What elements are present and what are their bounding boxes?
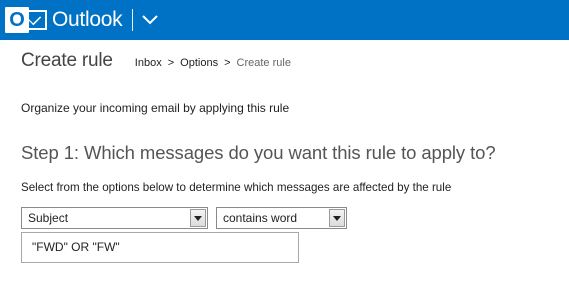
intro-text: Organize your incoming email by applying… [21,101,290,115]
breadcrumb-current: Create rule [236,57,291,69]
field-select[interactable]: Subject [21,207,208,229]
breadcrumb: Inbox > Options > Create rule [135,57,291,69]
page-title: Create rule [21,50,113,71]
chevron-down-icon[interactable] [141,11,159,29]
app-title: Outlook [52,8,123,31]
breadcrumb-inbox[interactable]: Inbox [135,57,162,69]
outlook-logo-icon: O [5,4,49,36]
dropdown-arrow-icon[interactable] [190,209,206,227]
app-switcher[interactable]: O Outlook [0,0,159,40]
condition-select[interactable]: contains word [216,207,347,229]
rule-value-input[interactable]: "FWD" OR "FW" [21,232,299,263]
logo-letter: O [5,7,29,33]
top-bar: O Outlook [0,0,569,40]
step1-heading: Step 1: Which messages do you want this … [21,142,496,163]
step1-instructions: Select from the options below to determi… [21,181,452,194]
condition-select-value: contains word [223,211,298,225]
dropdown-arrow-icon[interactable] [329,209,345,227]
field-select-value: Subject [28,211,69,225]
header-divider [132,9,134,31]
breadcrumb-separator: > [224,57,231,69]
title-row: Create rule Inbox > Options > Create rul… [21,50,291,72]
breadcrumb-options[interactable]: Options [180,57,218,69]
breadcrumb-separator: > [167,57,175,69]
